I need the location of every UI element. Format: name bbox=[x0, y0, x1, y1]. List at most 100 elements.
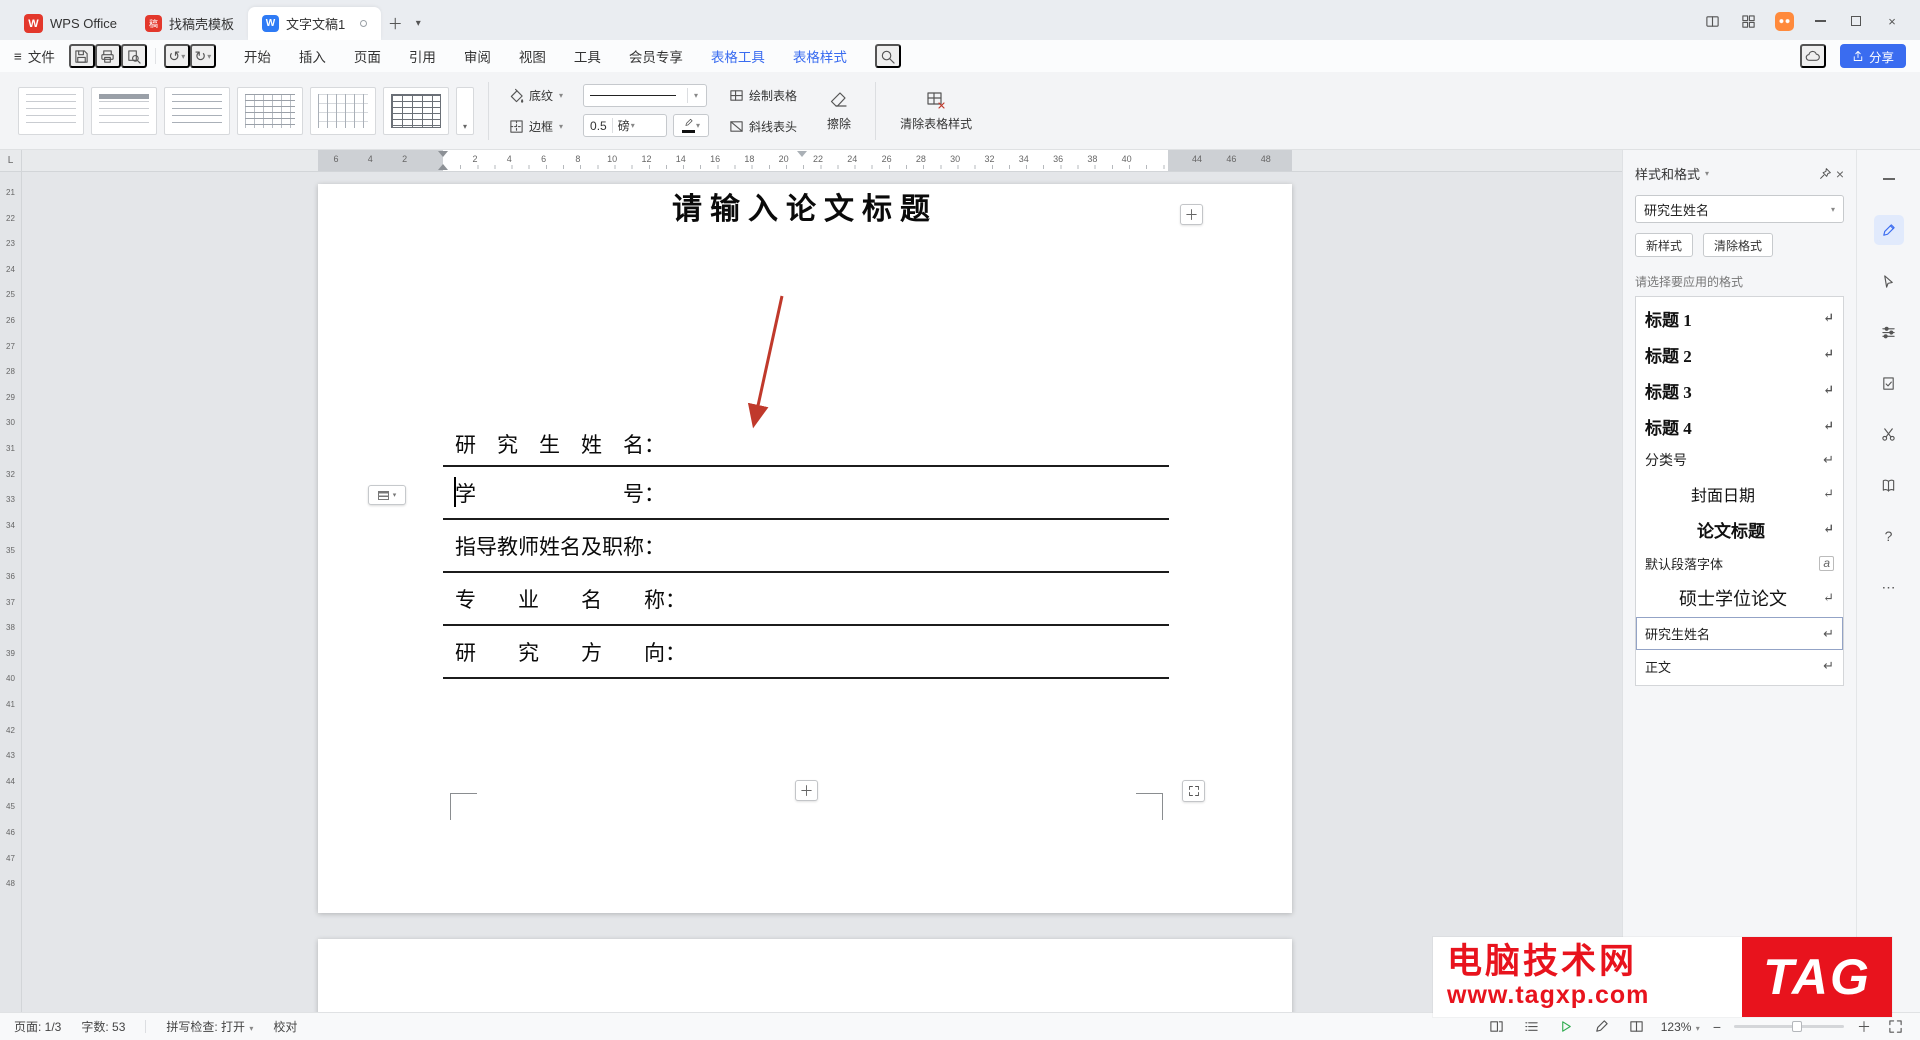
collapse-panel-icon[interactable] bbox=[1874, 164, 1904, 194]
spell-check-toggle[interactable]: 拼写检查: 打开 ▾ bbox=[166, 1018, 253, 1035]
zoom-in-button[interactable]: ＋ bbox=[1857, 1017, 1871, 1037]
document-page-2[interactable] bbox=[318, 939, 1292, 1012]
zoom-slider[interactable] bbox=[1734, 1021, 1844, 1032]
gallery-more-button[interactable]: ▾ bbox=[456, 86, 474, 135]
insert-widget-top-button[interactable]: ＋ bbox=[1180, 204, 1203, 225]
help-icon[interactable]: ? bbox=[1874, 521, 1904, 551]
share-button[interactable]: 分享 bbox=[1839, 44, 1906, 68]
zoom-out-button[interactable]: − bbox=[1713, 1019, 1721, 1035]
apps-grid-icon[interactable] bbox=[1730, 6, 1766, 36]
ai-assistant-icon[interactable] bbox=[1766, 6, 1802, 36]
book-icon[interactable] bbox=[1874, 470, 1904, 500]
print-button[interactable] bbox=[94, 44, 121, 68]
clear-table-style-button[interactable]: 清除表格样式 bbox=[890, 80, 982, 142]
style-item-heading4[interactable]: 标题 4 ↵ bbox=[1636, 408, 1843, 444]
proofread-button[interactable]: 校对 bbox=[273, 1018, 297, 1035]
wps-home-tab[interactable]: W WPS Office bbox=[10, 7, 131, 40]
style-item-master-thesis[interactable]: 硕士学位论文 ↵ bbox=[1636, 579, 1843, 617]
read-aloud-icon[interactable] bbox=[1556, 1017, 1578, 1037]
h-ruler[interactable]: 6 4 2 2 4 6 8 10 12 14 16 18 20 22 24 26 28 30 32 34 36 38 40 4… bbox=[22, 150, 1622, 172]
current-style-dropdown[interactable]: 研究生姓名 ▾ bbox=[1635, 195, 1844, 223]
fullscreen-icon[interactable] bbox=[1884, 1017, 1906, 1037]
table-style-preset-5[interactable] bbox=[310, 86, 376, 135]
document-check-icon[interactable] bbox=[1874, 368, 1904, 398]
format-brush-icon[interactable] bbox=[1873, 215, 1904, 245]
maximize-button[interactable] bbox=[1838, 6, 1874, 36]
menu-reference[interactable]: 引用 bbox=[397, 42, 448, 70]
more-icon[interactable]: ⋯ bbox=[1874, 572, 1904, 602]
menu-table-tools[interactable]: 表格工具 bbox=[699, 42, 777, 70]
tab-stop-selector[interactable]: L bbox=[0, 150, 22, 172]
left-indent-marker[interactable] bbox=[438, 159, 448, 170]
pin-icon[interactable] bbox=[1819, 167, 1832, 180]
menu-table-style[interactable]: 表格样式 bbox=[781, 42, 859, 75]
select-arrow-icon[interactable] bbox=[1874, 266, 1904, 296]
split-view-icon[interactable] bbox=[1694, 6, 1730, 36]
form-row-student-id[interactable]: 学 号： bbox=[443, 467, 1169, 520]
form-row-research-direction[interactable]: 研 究 方 向： bbox=[443, 626, 1169, 679]
border-button[interactable]: 边框 ▾ bbox=[503, 114, 569, 138]
style-item-default-paragraph-font[interactable]: 默认段落字体 a bbox=[1636, 547, 1843, 579]
outline-view-icon[interactable] bbox=[1521, 1017, 1543, 1037]
diagonal-header-button[interactable]: 斜线表头 bbox=[723, 114, 803, 138]
table-column-marker[interactable] bbox=[797, 151, 807, 162]
save-button[interactable] bbox=[68, 44, 95, 68]
eraser-button[interactable]: 擦除 bbox=[817, 80, 861, 142]
chevron-down-icon[interactable]: ▾ bbox=[1705, 169, 1709, 178]
shading-button[interactable]: 底纹 ▾ bbox=[503, 83, 569, 107]
file-menu-button[interactable]: ≡ 文件 bbox=[14, 46, 55, 66]
new-style-button[interactable]: 新样式 bbox=[1635, 233, 1694, 257]
table-row-handle[interactable]: ▾ bbox=[368, 485, 406, 505]
columns-view-icon[interactable] bbox=[1626, 1017, 1648, 1037]
menu-tools[interactable]: 工具 bbox=[562, 42, 613, 70]
table-style-preset-4[interactable] bbox=[237, 86, 303, 135]
style-item-classification[interactable]: 分类号 ↵ bbox=[1636, 444, 1843, 476]
form-row-student-name[interactable]: 研 究 生 姓 名： bbox=[443, 423, 1169, 467]
form-row-advisor[interactable]: 指导教师姓名及职称： bbox=[443, 520, 1169, 573]
table-style-preset-1[interactable] bbox=[18, 86, 84, 135]
table-style-preset-3[interactable] bbox=[164, 86, 230, 135]
close-panel-icon[interactable]: × bbox=[1836, 166, 1844, 182]
redo-button[interactable]: ↻ ▾ bbox=[189, 44, 216, 68]
menu-start[interactable]: 开始 bbox=[232, 42, 283, 70]
scissors-icon[interactable] bbox=[1874, 419, 1904, 449]
menu-review[interactable]: 审阅 bbox=[452, 42, 503, 70]
undo-button[interactable]: ↺ ▾ bbox=[163, 44, 190, 68]
settings-sliders-icon[interactable] bbox=[1874, 317, 1904, 347]
v-ruler[interactable]: 21 22 23 24 25 26 27 28 29 30 31 32 33 34 35 36 37 38 39 40… bbox=[0, 172, 22, 1012]
style-item-cover-date[interactable]: 封面日期 ↵ bbox=[1636, 476, 1843, 511]
new-tab-button[interactable]: ＋ bbox=[381, 9, 409, 37]
style-item-graduate-name-selected[interactable]: 研究生姓名 ↵ bbox=[1636, 617, 1843, 650]
print-preview-button[interactable] bbox=[120, 44, 147, 68]
page-view-icon[interactable] bbox=[1486, 1017, 1508, 1037]
search-icon[interactable] bbox=[874, 44, 901, 68]
document-page-1[interactable]: 请输入论文标题 ＋ ▾ 研 究 生 姓 名： 学 号： 指导教师姓名及职称： 专… bbox=[318, 184, 1292, 913]
style-item-heading1[interactable]: 标题 1 ↵ bbox=[1636, 300, 1843, 336]
insert-widget-bottom-button[interactable]: ＋ bbox=[795, 780, 818, 801]
menu-insert[interactable]: 插入 bbox=[287, 42, 338, 70]
line-style-dropdown[interactable]: ▾ bbox=[583, 84, 708, 107]
cloud-sync-icon[interactable] bbox=[1799, 44, 1826, 68]
page-indicator[interactable]: 页面: 1/3 bbox=[14, 1018, 61, 1035]
close-button[interactable]: × bbox=[1874, 6, 1910, 36]
expand-icon[interactable] bbox=[1182, 780, 1205, 802]
zoom-level-dropdown[interactable]: 123% ▾ bbox=[1661, 1020, 1700, 1034]
form-row-major[interactable]: 专 业 名 称： bbox=[443, 573, 1169, 626]
style-item-body-text[interactable]: 正文 ↵ bbox=[1636, 650, 1843, 682]
menu-page[interactable]: 页面 bbox=[342, 42, 393, 70]
style-item-heading2[interactable]: 标题 2 ↵ bbox=[1636, 336, 1843, 372]
word-count[interactable]: 字数: 53 bbox=[81, 1018, 125, 1035]
document-title[interactable]: 请输入论文标题 bbox=[318, 184, 1292, 228]
tab-list-chevron-icon[interactable]: ▾ bbox=[409, 9, 427, 37]
table-style-preset-2[interactable] bbox=[91, 86, 157, 135]
style-item-heading3[interactable]: 标题 3 ↵ bbox=[1636, 372, 1843, 408]
line-weight-dropdown[interactable]: 0.5 磅 ▾ bbox=[583, 114, 668, 137]
tab-template-doc[interactable]: 稿 找稿壳模板 bbox=[131, 7, 248, 40]
minimize-button[interactable] bbox=[1802, 6, 1838, 36]
draw-table-button[interactable]: 绘制表格 bbox=[723, 83, 803, 107]
menu-view[interactable]: 视图 bbox=[507, 42, 558, 70]
table-style-preset-6[interactable] bbox=[383, 86, 449, 135]
zoom-slider-thumb[interactable] bbox=[1792, 1021, 1802, 1032]
edit-mode-icon[interactable] bbox=[1591, 1017, 1613, 1037]
tab-current-doc[interactable]: W 文字文稿1 bbox=[247, 7, 382, 40]
